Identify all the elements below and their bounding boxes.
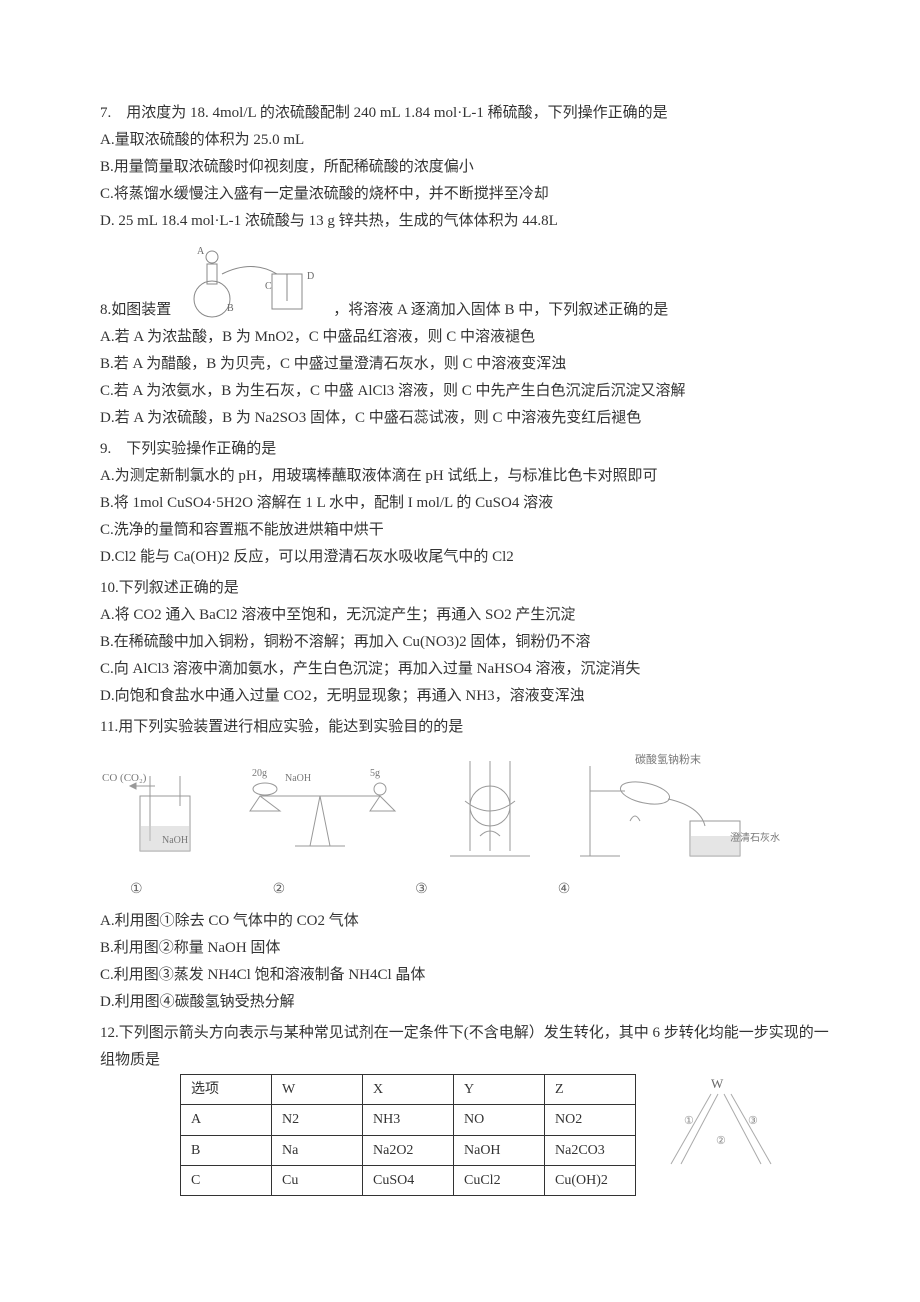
q9-stem: 9. 下列实验操作正确的是 (100, 436, 830, 463)
q12-table: 选项 W X Y Z A N2 NH3 NO NO2 B Na Na2O2 Na… (180, 1074, 636, 1196)
q8-option-d: D.若 A 为浓硫酸，B 为 Na2SO3 固体，C 中盛石蕊试液，则 C 中溶… (100, 405, 830, 432)
question-9: 9. 下列实验操作正确的是 A.为测定新制氯水的 pH，用玻璃棒蘸取液体滴在 p… (100, 436, 830, 571)
th-x: X (363, 1075, 454, 1105)
q12-stem: 12.下列图示箭头方向表示与某种常见试剂在一定条件下(不含电解）发生转化，其中 … (100, 1020, 830, 1074)
q9-option-d: D.Cl2 能与 Ca(OH)2 反应，可以用澄清石灰水吸收尾气中的 Cl2 (100, 544, 830, 571)
heating-tube-setup-icon: 碳酸氢钠粉末 澄清石灰水 (580, 751, 780, 871)
th-y: Y (454, 1075, 545, 1105)
table-row: 选项 W X Y Z (181, 1075, 636, 1105)
d2-right-weight: 5g (370, 768, 380, 779)
apparatus-diagram-icon: A B C D (177, 239, 327, 324)
q8-suffix: ，将溶液 A 逐滴加入固体 B 中，下列叙述正确的是 (333, 297, 668, 324)
svg-text:②: ② (716, 1135, 726, 1147)
question-8: 8.如图装置 A B C D ，将溶液 A 逐滴加入固体 B 中，下列叙述 (100, 239, 830, 432)
question-11: 11.用下列实验装置进行相应实验，能达到实验目的的是 CO (CO₂) NaOH (100, 714, 830, 1016)
q9-option-b: B.将 1mol CuSO4·5H2O 溶解在 1 L 水中，配制 I mol/… (100, 490, 830, 517)
q10-option-c: C.向 AlCl3 溶液中滴加氨水，产生白色沉淀；再加入过量 NaHSO4 溶液… (100, 656, 830, 683)
d1-solution-label: NaOH (162, 835, 188, 846)
q11-option-c: C.利用图③蒸发 NH4Cl 饱和溶液制备 NH4Cl 晶体 (100, 962, 830, 989)
q7-option-c: C.将蒸馏水缓慢注入盛有一定量浓硫酸的烧杯中，并不断搅拌至冷却 (100, 181, 830, 208)
svg-text:B: B (227, 303, 234, 314)
q10-stem: 10.下列叙述正确的是 (100, 575, 830, 602)
svg-text:D: D (307, 271, 314, 282)
q8-prefix: 8.如图装置 (100, 297, 171, 324)
q9-option-a: A.为测定新制氯水的 pH，用玻璃棒蘸取液体滴在 pH 试纸上，与标准比色卡对照… (100, 463, 830, 490)
svg-text:A: A (197, 246, 205, 257)
svg-text:③: ③ (748, 1115, 758, 1127)
question-10: 10.下列叙述正确的是 A.将 CO2 通入 BaCl2 溶液中至饱和，无沉淀产… (100, 575, 830, 710)
table-row: A N2 NH3 NO NO2 (181, 1105, 636, 1135)
balance-scale-icon: 20g 5g NaOH (240, 751, 400, 871)
label-2: ② (273, 877, 286, 902)
transformation-diagram-icon: W ① ② ③ (656, 1074, 776, 1174)
d4-powder-label: 碳酸氢钠粉末 (635, 752, 701, 766)
label-1: ① (130, 877, 143, 902)
svg-text:①: ① (684, 1115, 694, 1127)
q10-option-d: D.向饱和食盐水中通入过量 CO2，无明显现象；再通入 NH3，溶液变浑浊 (100, 683, 830, 710)
q7-stem: 7. 用浓度为 18. 4mol/L 的浓硫酸配制 240 mL 1.84 mo… (100, 100, 830, 127)
evaporation-dish-icon (430, 751, 550, 871)
q11-option-d: D.利用图④碳酸氢钠受热分解 (100, 989, 830, 1016)
question-7: 7. 用浓度为 18. 4mol/L 的浓硫酸配制 240 mL 1.84 mo… (100, 100, 830, 235)
d2-naoh-label: NaOH (285, 773, 311, 784)
q11-option-b: B.利用图②称量 NaOH 固体 (100, 935, 830, 962)
th-z: Z (545, 1075, 636, 1105)
table-row: B Na Na2O2 NaOH Na2CO3 (181, 1135, 636, 1165)
node-w-label: W (711, 1076, 724, 1091)
q8-option-a: A.若 A 为浓盐酸，B 为 MnO2，C 中盛品红溶液，则 C 中溶液褪色 (100, 324, 830, 351)
q11-stem: 11.用下列实验装置进行相应实验，能达到实验目的的是 (100, 714, 830, 741)
svg-text:C: C (265, 281, 272, 292)
q7-option-b: B.用量筒量取浓硫酸时仰视刻度，所配稀硫酸的浓度偏小 (100, 154, 830, 181)
d1-gas-label: CO (CO₂) (102, 772, 147, 784)
label-3: ③ (415, 877, 428, 902)
q8-option-b: B.若 A 为醋酸，B 为贝壳，C 中盛过量澄清石灰水，则 C 中溶液变浑浊 (100, 351, 830, 378)
q8-option-c: C.若 A 为浓氨水，B 为生石灰，C 中盛 AlCl3 溶液，则 C 中先产生… (100, 378, 830, 405)
d2-left-weight: 20g (252, 768, 267, 779)
th-w: W (272, 1075, 363, 1105)
q7-option-a: A.量取浓硫酸的体积为 25.0 mL (100, 127, 830, 154)
th-option: 选项 (181, 1075, 272, 1105)
question-12: 12.下列图示箭头方向表示与某种常见试剂在一定条件下(不含电解）发生转化，其中 … (100, 1020, 830, 1196)
label-4: ④ (558, 877, 571, 902)
q7-option-d: D. 25 mL 18.4 mol·L-1 浓硫酸与 13 g 锌共热，生成的气… (100, 208, 830, 235)
gas-washing-bottle-icon: CO (CO₂) NaOH (100, 751, 210, 871)
q11-diagrams: CO (CO₂) NaOH (100, 751, 830, 871)
q10-option-a: A.将 CO2 通入 BaCl2 溶液中至饱和，无沉淀产生；再通入 SO2 产生… (100, 602, 830, 629)
q10-option-b: B.在稀硫酸中加入铜粉，铜粉不溶解；再加入 Cu(NO3)2 固体，铜粉仍不溶 (100, 629, 830, 656)
q11-option-a: A.利用图①除去 CO 气体中的 CO2 气体 (100, 908, 830, 935)
table-row: C Cu CuSO4 CuCl2 Cu(OH)2 (181, 1165, 636, 1195)
d4-lime-label: 澄清石灰水 (730, 831, 780, 844)
q11-diagram-labels: ① ② ③ ④ (130, 877, 830, 902)
q9-option-c: C.洗净的量筒和容置瓶不能放进烘箱中烘干 (100, 517, 830, 544)
